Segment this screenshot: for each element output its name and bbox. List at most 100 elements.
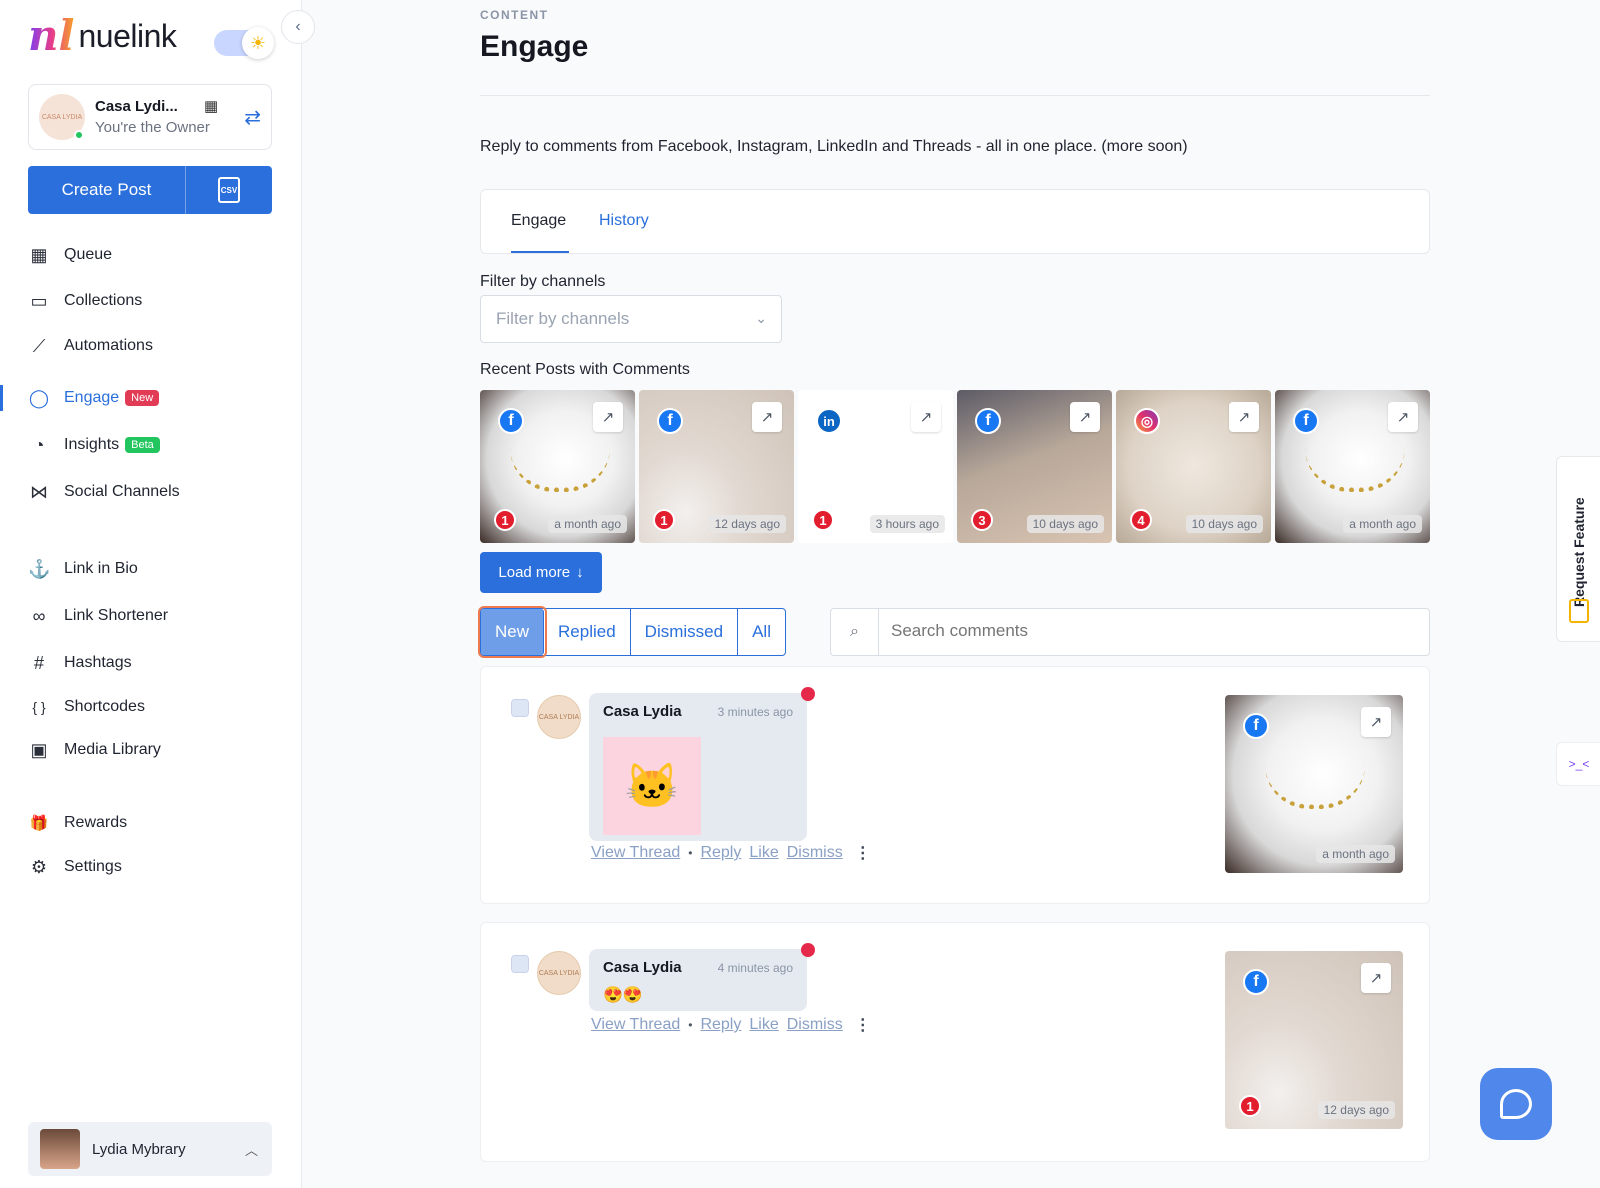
- account-switcher[interactable]: CASA LYDIA Casa Lydi... ▦ You're the Own…: [28, 84, 272, 150]
- post-time: a month ago: [1343, 515, 1422, 533]
- recent-post-card[interactable]: f ↗ 1 a month ago: [480, 390, 635, 543]
- account-name: Casa Lydi...: [95, 98, 178, 115]
- recent-post-card[interactable]: in ↗ 1 3 hours ago: [798, 390, 953, 543]
- view-thread-link[interactable]: View Thread: [591, 1016, 680, 1034]
- nav-item-engage[interactable]: ◯ Engage New: [28, 385, 160, 411]
- magic-wand-icon: ⟋: [32, 335, 46, 356]
- comment-actions: View Thread • Reply Like Dismiss ⋮: [591, 843, 871, 863]
- nav-item-hashtags[interactable]: # Hashtags: [28, 650, 132, 676]
- more-options-icon[interactable]: ⋮: [855, 1015, 871, 1035]
- title-divider: [480, 95, 1430, 96]
- post-time: 12 days ago: [708, 515, 786, 533]
- external-link-icon[interactable]: ↗: [1229, 402, 1259, 432]
- comment-checkbox[interactable]: [511, 699, 529, 717]
- comment-checkbox[interactable]: [511, 955, 529, 973]
- nav-item-insights[interactable]: ◔ Insights Beta: [28, 432, 160, 458]
- like-link[interactable]: Like: [749, 844, 778, 862]
- csv-file-icon: CSV: [218, 177, 240, 203]
- online-status-dot: [74, 130, 84, 140]
- external-link-icon[interactable]: ↗: [752, 402, 782, 432]
- building-icon: ▦: [204, 98, 219, 115]
- external-link-icon[interactable]: ↗: [1361, 963, 1391, 993]
- collapse-sidebar-button[interactable]: ‹: [281, 10, 315, 44]
- external-link-icon[interactable]: ↗: [1070, 402, 1100, 432]
- nav-item-link-shortener[interactable]: ∞ Link Shortener: [28, 603, 168, 629]
- create-post-button[interactable]: Create Post: [28, 166, 186, 214]
- post-time: 10 days ago: [1026, 515, 1104, 533]
- side-widget-button[interactable]: >_<: [1556, 742, 1600, 786]
- tab-history[interactable]: History: [599, 212, 649, 230]
- page-description: Reply to comments from Facebook, Instagr…: [480, 138, 1188, 155]
- more-options-icon[interactable]: ⋮: [855, 843, 871, 863]
- nav-item-link-in-bio[interactable]: ⚓ Link in Bio: [28, 556, 138, 582]
- status-dismissed-button[interactable]: Dismissed: [631, 609, 739, 655]
- comment-time: 4 minutes ago: [717, 961, 793, 975]
- nav-label: Queue: [64, 246, 113, 263]
- sun-icon: ☀: [242, 27, 274, 59]
- tab-engage[interactable]: Engage: [511, 212, 566, 230]
- braces-icon: { }: [32, 699, 46, 715]
- dismiss-link[interactable]: Dismiss: [787, 844, 843, 862]
- comment-post-thumbnail[interactable]: f ↗ 1 12 days ago: [1225, 951, 1403, 1129]
- facebook-icon: f: [1243, 713, 1269, 739]
- comment-author: Casa Lydia: [603, 703, 682, 720]
- like-link[interactable]: Like: [749, 1016, 778, 1034]
- unread-dot: [801, 687, 815, 701]
- nav-label: Engage: [64, 389, 120, 406]
- external-link-icon[interactable]: ↗: [1388, 402, 1418, 432]
- post-time: a month ago: [548, 515, 627, 533]
- nav-label: Link in Bio: [64, 560, 138, 577]
- request-feature-label: Request Feature: [1571, 497, 1587, 607]
- account-role: You're the Owner: [95, 119, 210, 136]
- nuelink-logo[interactable]: nl nuelink: [28, 15, 177, 57]
- commenter-avatar: CASA LYDIA: [537, 951, 581, 995]
- recent-post-card[interactable]: f ↗ 3 10 days ago: [957, 390, 1112, 543]
- external-link-icon[interactable]: ↗: [1361, 707, 1391, 737]
- cat-sticker-image: 🐱: [603, 737, 701, 835]
- status-new-button[interactable]: New: [477, 606, 548, 658]
- anchor-icon: ⚓: [28, 558, 51, 579]
- comment-post-thumbnail[interactable]: f ↗ a month ago: [1225, 695, 1403, 873]
- chevron-down-icon: ⌄: [755, 310, 767, 326]
- facebook-icon: f: [1243, 969, 1269, 995]
- request-feature-tab[interactable]: Request Feature: [1556, 456, 1600, 642]
- status-all-button[interactable]: All: [738, 609, 785, 655]
- comment-status-filter: New Replied Dismissed All: [477, 606, 786, 658]
- csv-upload-button[interactable]: CSV: [186, 166, 272, 214]
- theme-toggle[interactable]: ☀: [214, 27, 274, 59]
- load-more-label: Load more: [498, 564, 571, 581]
- nav-item-queue[interactable]: ▦ Queue: [28, 242, 112, 268]
- code-icon: >_<: [1568, 757, 1590, 771]
- search-comments-input[interactable]: [891, 621, 1391, 641]
- nav-label: Shortcodes: [64, 698, 145, 715]
- nav-item-rewards[interactable]: 🎁 Rewards: [28, 810, 127, 836]
- dismiss-link[interactable]: Dismiss: [787, 1016, 843, 1034]
- facebook-icon: f: [657, 408, 683, 434]
- nav-item-settings[interactable]: ⚙ Settings: [28, 854, 122, 880]
- nav-item-automations[interactable]: ⟋ Automations: [28, 333, 153, 359]
- nav-item-collections[interactable]: ▭ Collections: [28, 288, 142, 314]
- user-menu[interactable]: Lydia Mybrary ︿: [28, 1122, 272, 1176]
- nav-label: Collections: [64, 292, 143, 309]
- support-chat-button[interactable]: [1480, 1068, 1552, 1140]
- load-more-button[interactable]: Load more ↓: [480, 552, 602, 593]
- switch-account-icon[interactable]: ⇄: [244, 105, 261, 130]
- view-thread-link[interactable]: View Thread: [591, 844, 680, 862]
- comment-time: 3 minutes ago: [717, 705, 793, 719]
- nav-item-shortcodes[interactable]: { } Shortcodes: [28, 694, 145, 720]
- post-time: 3 hours ago: [869, 515, 945, 533]
- external-link-icon[interactable]: ↗: [593, 402, 623, 432]
- recent-post-card[interactable]: f ↗ 1 12 days ago: [639, 390, 794, 543]
- recent-post-card[interactable]: f ↗ a month ago: [1275, 390, 1430, 543]
- status-replied-button[interactable]: Replied: [544, 609, 631, 655]
- external-link-icon[interactable]: ↗: [911, 402, 941, 432]
- nav-item-social-channels[interactable]: ⋈ Social Channels: [28, 479, 180, 505]
- pie-chart-icon: ◔: [33, 434, 45, 455]
- recent-post-card[interactable]: ◎ ↗ 4 10 days ago: [1116, 390, 1271, 543]
- nav-item-media-library[interactable]: ▣ Media Library: [28, 737, 160, 763]
- reply-link[interactable]: Reply: [700, 844, 741, 862]
- reply-link[interactable]: Reply: [700, 1016, 741, 1034]
- comment-author: Casa Lydia: [603, 959, 682, 976]
- recent-posts-strip: f ↗ 1 a month ago f ↗ 1 12 days ago in ↗…: [480, 390, 1430, 543]
- filter-channels-select[interactable]: Filter by channels ⌄: [480, 295, 782, 343]
